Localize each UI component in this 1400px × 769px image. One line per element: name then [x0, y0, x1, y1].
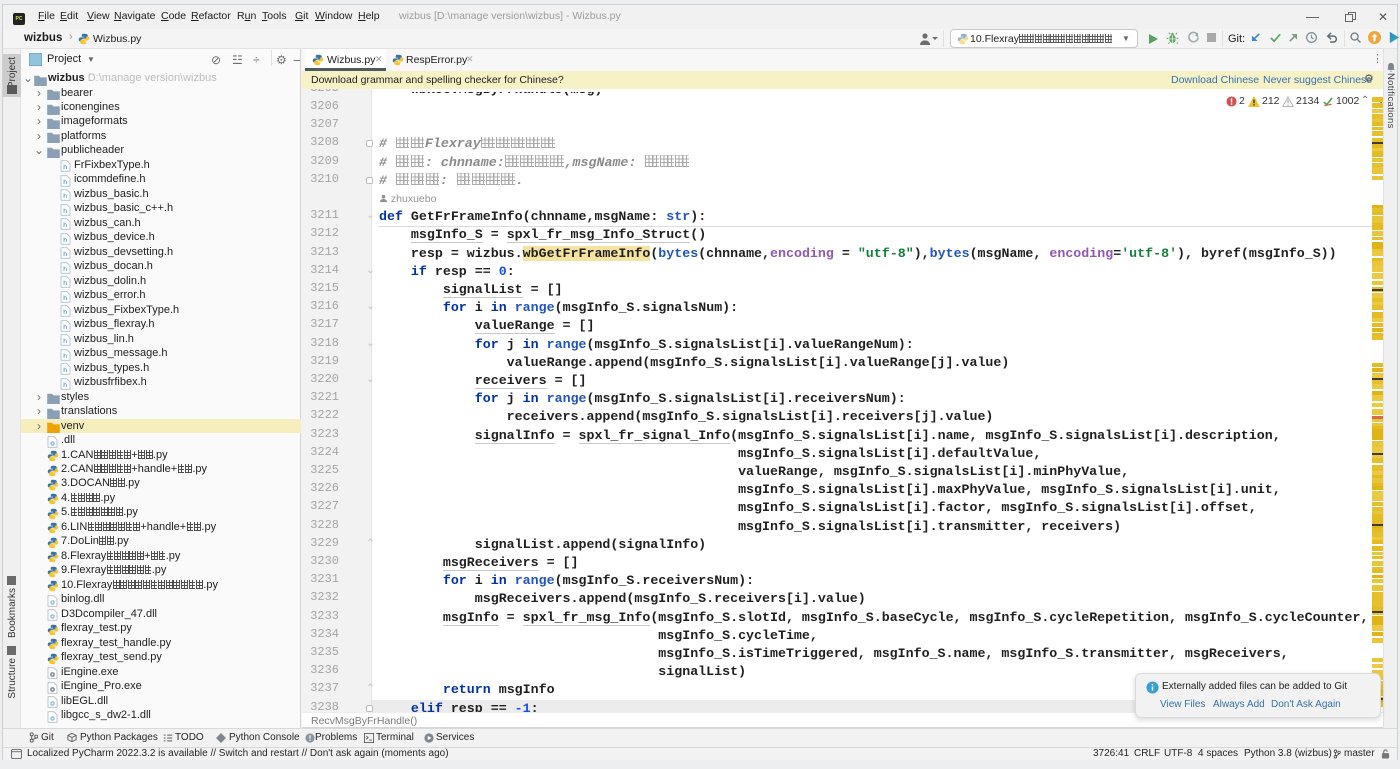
svg-text:h: h [63, 208, 67, 215]
svg-text:h: h [63, 179, 67, 186]
svg-text:h: h [63, 193, 67, 200]
svg-text:h: h [63, 295, 67, 302]
svg-text:h: h [63, 164, 67, 171]
svg-text:h: h [63, 237, 67, 244]
svg-text:h: h [63, 367, 67, 374]
svg-text:h: h [63, 382, 67, 389]
svg-text:h: h [63, 309, 67, 316]
svg-text:h: h [63, 266, 67, 273]
svg-text:h: h [63, 324, 67, 331]
svg-text:h: h [63, 251, 67, 258]
svg-text:h: h [63, 338, 67, 345]
svg-text:h: h [63, 353, 67, 360]
svg-text:h: h [63, 280, 67, 287]
svg-text:h: h [63, 222, 67, 229]
